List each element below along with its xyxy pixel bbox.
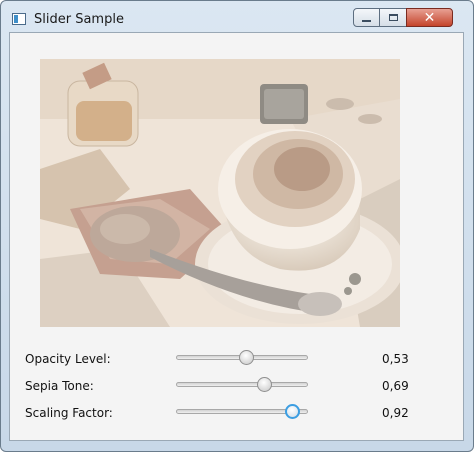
sepia-value: 0,69	[382, 379, 409, 393]
opacity-slider[interactable]	[176, 349, 308, 367]
sepia-slider-thumb[interactable]	[257, 377, 273, 392]
coffee-photo	[40, 59, 400, 327]
sepia-slider-track[interactable]	[176, 382, 308, 387]
maximize-button[interactable]	[379, 8, 407, 27]
minimize-icon	[362, 19, 371, 22]
scaling-label: Scaling Factor:	[25, 406, 113, 420]
scaling-slider[interactable]	[176, 403, 308, 421]
close-button[interactable]: ✕	[406, 8, 453, 27]
window-title: Slider Sample	[34, 12, 124, 27]
app-icon[interactable]	[12, 13, 26, 25]
scaling-slider-thumb[interactable]	[284, 404, 300, 419]
opacity-value: 0,53	[382, 352, 409, 366]
scaling-value: 0,92	[382, 406, 409, 420]
maximize-icon	[388, 14, 398, 21]
sepia-slider[interactable]	[176, 376, 308, 394]
title-bar[interactable]: Slider Sample ✕	[1, 1, 473, 31]
sepia-label: Sepia Tone:	[25, 379, 94, 393]
close-icon: ✕	[423, 9, 436, 26]
opacity-label: Opacity Level:	[25, 352, 111, 366]
opacity-slider-thumb[interactable]	[238, 350, 254, 365]
content-pane: Opacity Level: 0,53 Sepia Tone: 0,69 Sca…	[9, 32, 464, 441]
minimize-button[interactable]	[353, 8, 380, 27]
app-window: Slider Sample ✕ Opacity Level: 0,53 Sepi…	[0, 0, 474, 452]
